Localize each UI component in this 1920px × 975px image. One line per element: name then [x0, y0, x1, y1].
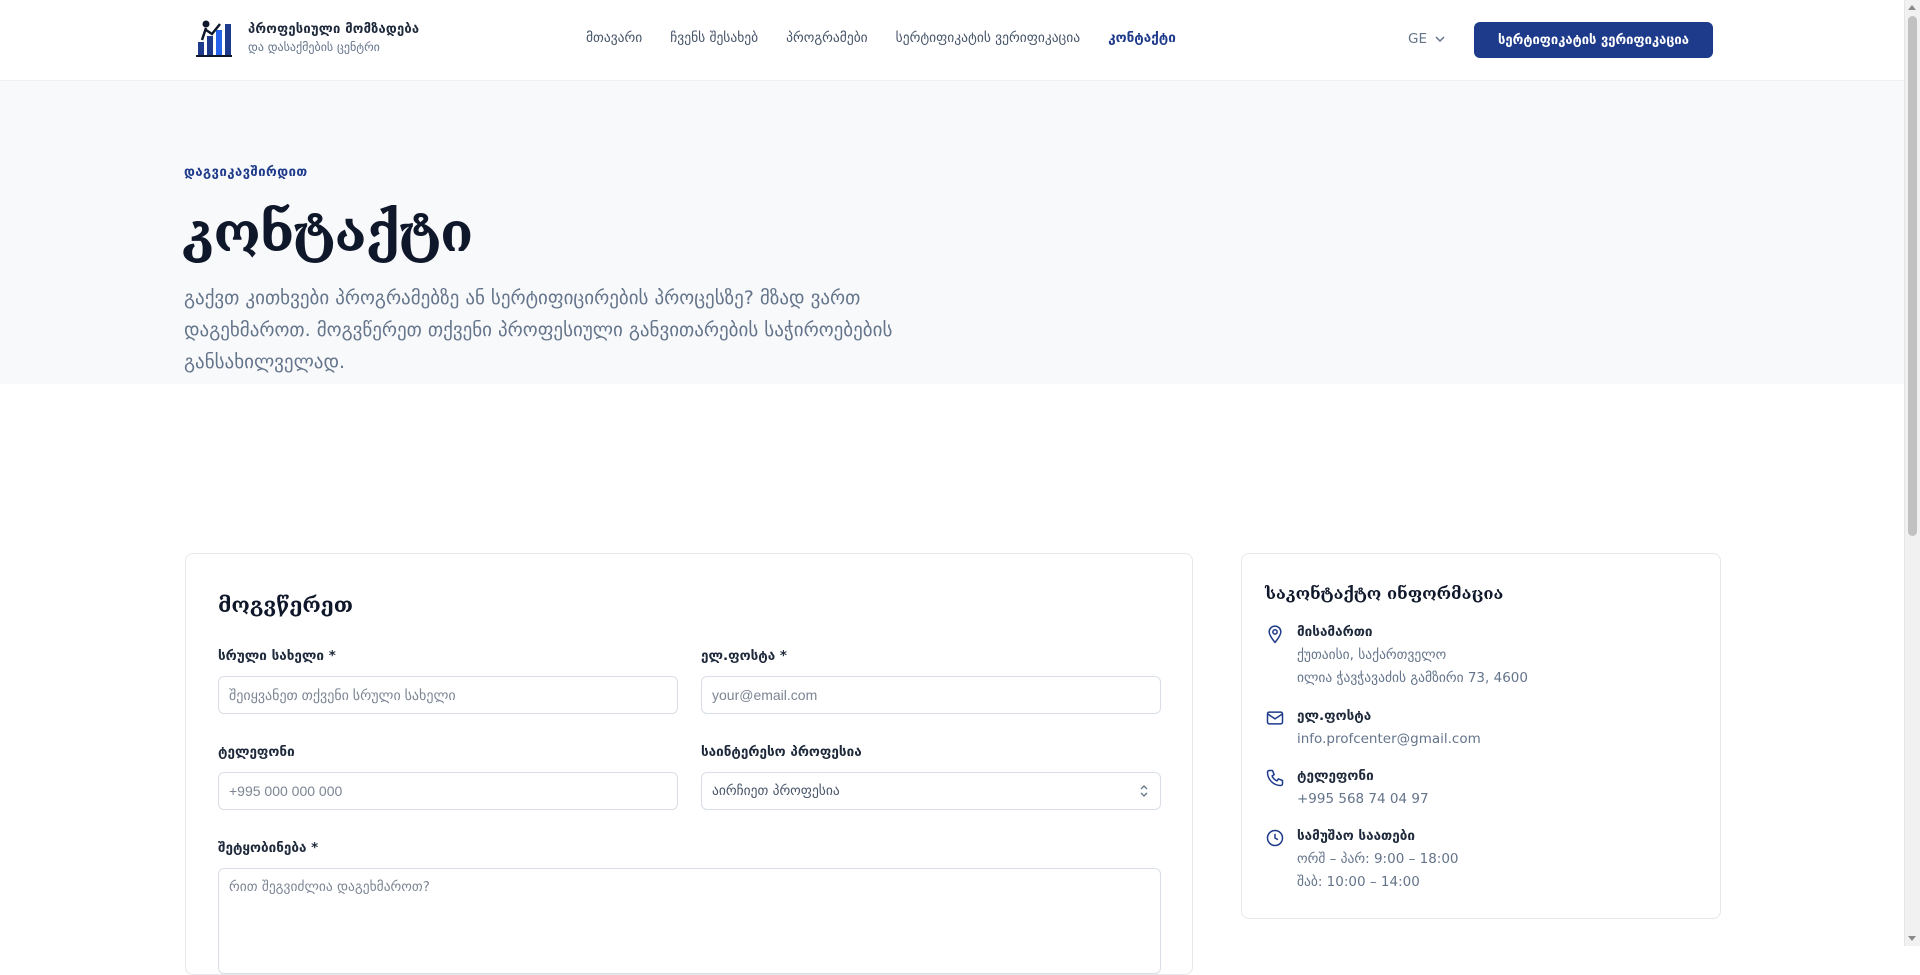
hours-item: სამუშაო საათები ორშ – პარ: 9:00 – 18:00 …	[1265, 828, 1705, 890]
page-scrollbar[interactable]	[1904, 0, 1920, 946]
nav-item-contact[interactable]: კონტაქტი	[1108, 30, 1176, 52]
scrollbar-thumb[interactable]	[1908, 16, 1917, 536]
email-item: ელ.ფოსტა info.profcenter@gmail.com	[1265, 708, 1705, 748]
contact-info-title: საკონტაქტო ინფორმაცია	[1265, 584, 1504, 603]
brand-subtitle: და დასაქმების ცენტრი	[248, 40, 380, 54]
full-name-label: სრული სახელი *	[218, 648, 336, 664]
email-info-value[interactable]: info.profcenter@gmail.com	[1297, 731, 1481, 747]
address-item: მისამართი ქუთაისი, საქართველო ილია ჭავჭა…	[1265, 624, 1705, 686]
site-header: პროფესიული მომზადება და დასაქმების ცენტრ…	[0, 0, 1905, 81]
page-title: კონტაქტი	[182, 200, 473, 264]
profession-label: საინტერესო პროფესია	[701, 744, 862, 760]
phone-info-label: ტელეფონი	[1297, 768, 1374, 784]
address-label: მისამართი	[1297, 624, 1373, 640]
hours-label: სამუშაო საათები	[1297, 828, 1415, 844]
chevron-up-down-icon	[1140, 785, 1148, 797]
message-label: შეტყობინება *	[218, 840, 319, 856]
language-label: GE	[1408, 31, 1427, 47]
main-nav: მთავარი ჩვენს შესახებ პროგრამები სერტიფი…	[586, 30, 1176, 52]
nav-item-verification[interactable]: სერტიფიკატის ვერიფიკაცია	[896, 30, 1080, 52]
phone-info-value[interactable]: +995 568 74 04 97	[1297, 791, 1429, 807]
scroll-down-arrow-icon[interactable]	[1908, 936, 1916, 941]
nav-item-home[interactable]: მთავარი	[586, 30, 642, 52]
phone-input[interactable]	[218, 772, 678, 810]
profession-select-value: აირჩიეთ პროფესია	[712, 783, 840, 799]
verify-certificate-button[interactable]: სერტიფიკატის ვერიფიკაცია	[1474, 22, 1713, 58]
mail-icon	[1266, 711, 1284, 725]
language-switcher[interactable]: GE	[1408, 31, 1446, 47]
hero-eyebrow: დაგვიკავშირდით	[184, 165, 308, 180]
clock-icon	[1266, 829, 1284, 847]
nav-item-about[interactable]: ჩვენს შესახებ	[670, 30, 758, 52]
address-line-2: ილია ჭავჭავაძის გამზირი 73, 4600	[1297, 670, 1528, 686]
contact-form-card: მოგვწერეთ სრული სახელი * ელ.ფოსტა * ტელე…	[185, 553, 1193, 975]
message-textarea[interactable]	[218, 868, 1161, 974]
hero-description: გაქვთ კითხვები პროგრამებზე ან სერტიფიცირ…	[184, 287, 893, 373]
hours-saturday: შაბ: 10:00 – 14:00	[1297, 874, 1420, 890]
profession-select[interactable]: აირჩიეთ პროფესია	[701, 772, 1161, 810]
full-name-input[interactable]	[218, 676, 678, 714]
brand-title[interactable]: პროფესიული მომზადება	[248, 22, 419, 37]
form-title: მოგვწერეთ	[218, 592, 353, 617]
chevron-down-icon	[1435, 36, 1445, 43]
email-input[interactable]	[701, 676, 1161, 714]
nav-item-programs[interactable]: პროგრამები	[786, 30, 868, 52]
email-label: ელ.ფოსტა *	[701, 648, 787, 664]
phone-item: ტელეფონი +995 568 74 04 97	[1265, 768, 1705, 808]
contact-info-card: საკონტაქტო ინფორმაცია მისამართი ქუთაისი,…	[1241, 553, 1721, 919]
hours-weekdays: ორშ – პარ: 9:00 – 18:00	[1297, 851, 1459, 867]
map-pin-icon	[1268, 625, 1282, 644]
phone-icon	[1266, 769, 1284, 787]
scroll-up-arrow-icon[interactable]	[1908, 5, 1916, 10]
phone-label: ტელეფონი	[218, 744, 295, 760]
address-line-1: ქუთაისი, საქართველო	[1297, 647, 1447, 663]
email-info-label: ელ.ფოსტა	[1297, 708, 1372, 724]
logo-icon[interactable]	[192, 16, 236, 60]
